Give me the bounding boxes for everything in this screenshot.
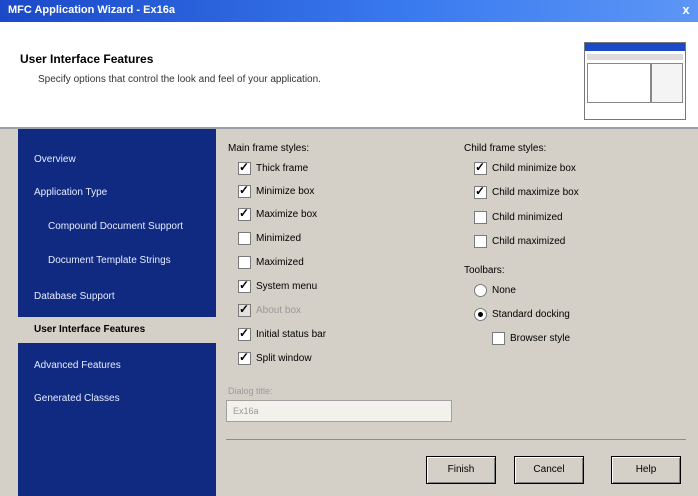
sidebar-item-generated-classes[interactable]: Generated Classes [18, 386, 216, 412]
page-title: User Interface Features [20, 52, 154, 66]
checkbox-empty-icon [474, 211, 487, 224]
checkbox-check-icon [238, 350, 251, 365]
radio-empty-icon [474, 284, 487, 297]
checkbox-check-icon [238, 183, 251, 198]
checkbox-check-icon [474, 184, 487, 199]
cancel-button[interactable]: Cancel [514, 456, 584, 484]
dialog-title-input [227, 402, 449, 420]
thick-frame-checkbox[interactable]: Thick frame [238, 160, 308, 178]
child-maximized-checkbox[interactable]: Child maximized [474, 235, 565, 251]
checkbox-empty-icon [238, 232, 251, 245]
about-box-checkbox: About box [238, 302, 301, 320]
checkbox-empty-icon [474, 235, 487, 248]
checkbox-check-icon [238, 206, 251, 221]
sidebar-item-application-type[interactable]: Application Type [18, 180, 216, 206]
page-subtitle: Specify options that control the look an… [38, 74, 321, 85]
checkbox-check-icon [474, 160, 487, 175]
checkbox-empty-icon [238, 256, 251, 269]
checkbox-check-icon [238, 160, 251, 175]
sidebar-item-advanced-features[interactable]: Advanced Features [18, 353, 216, 379]
close-icon[interactable]: x [678, 2, 694, 18]
sidebar-item-document-template-strings[interactable]: Document Template Strings [18, 248, 216, 274]
dialog-title-label: Dialog title: [228, 386, 273, 396]
child-maximize-box-checkbox[interactable]: Child maximize box [474, 184, 579, 202]
checkbox-check-icon [238, 278, 251, 293]
sidebar-item-database-support[interactable]: Database Support [18, 284, 216, 310]
main-frame-styles-label: Main frame styles: [228, 143, 310, 154]
minimized-checkbox[interactable]: Minimized [238, 232, 301, 248]
sidebar: Overview Application Type Compound Docum… [18, 129, 216, 496]
radio-selected-icon [474, 308, 487, 321]
child-frame-styles-label: Child frame styles: [464, 143, 547, 154]
toolbars-label: Toolbars: [464, 265, 505, 276]
wizard-preview-image [584, 42, 686, 120]
system-menu-checkbox[interactable]: System menu [238, 278, 317, 296]
checkbox-check-icon [238, 326, 251, 341]
sidebar-item-user-interface-features[interactable]: User Interface Features [18, 317, 216, 343]
checkbox-empty-icon [492, 332, 505, 345]
sidebar-item-overview[interactable]: Overview [18, 147, 216, 173]
checkbox-check-icon [238, 302, 251, 317]
wizard-header: User Interface Features Specify options … [0, 22, 698, 127]
browser-style-checkbox[interactable]: Browser style [492, 332, 570, 348]
maximize-box-checkbox[interactable]: Maximize box [238, 206, 317, 224]
split-window-checkbox[interactable]: Split window [238, 350, 312, 368]
button-divider [226, 439, 686, 440]
minimize-box-checkbox[interactable]: Minimize box [238, 183, 314, 201]
window-title: MFC Application Wizard - Ex16a [8, 4, 175, 16]
toolbar-standard-docking-radio[interactable]: Standard docking [474, 308, 570, 324]
maximized-checkbox[interactable]: Maximized [238, 256, 304, 272]
dialog-title-field [226, 400, 452, 422]
wizard-body: Overview Application Type Compound Docum… [0, 129, 698, 496]
toolbar-none-radio[interactable]: None [474, 284, 516, 300]
help-button[interactable]: Help [611, 456, 681, 484]
child-minimized-checkbox[interactable]: Child minimized [474, 211, 563, 227]
title-bar: MFC Application Wizard - Ex16a x [0, 0, 698, 22]
child-minimize-box-checkbox[interactable]: Child minimize box [474, 160, 576, 178]
initial-status-bar-checkbox[interactable]: Initial status bar [238, 326, 326, 344]
sidebar-item-compound-document-support[interactable]: Compound Document Support [18, 214, 216, 240]
finish-button[interactable]: Finish [426, 456, 496, 484]
